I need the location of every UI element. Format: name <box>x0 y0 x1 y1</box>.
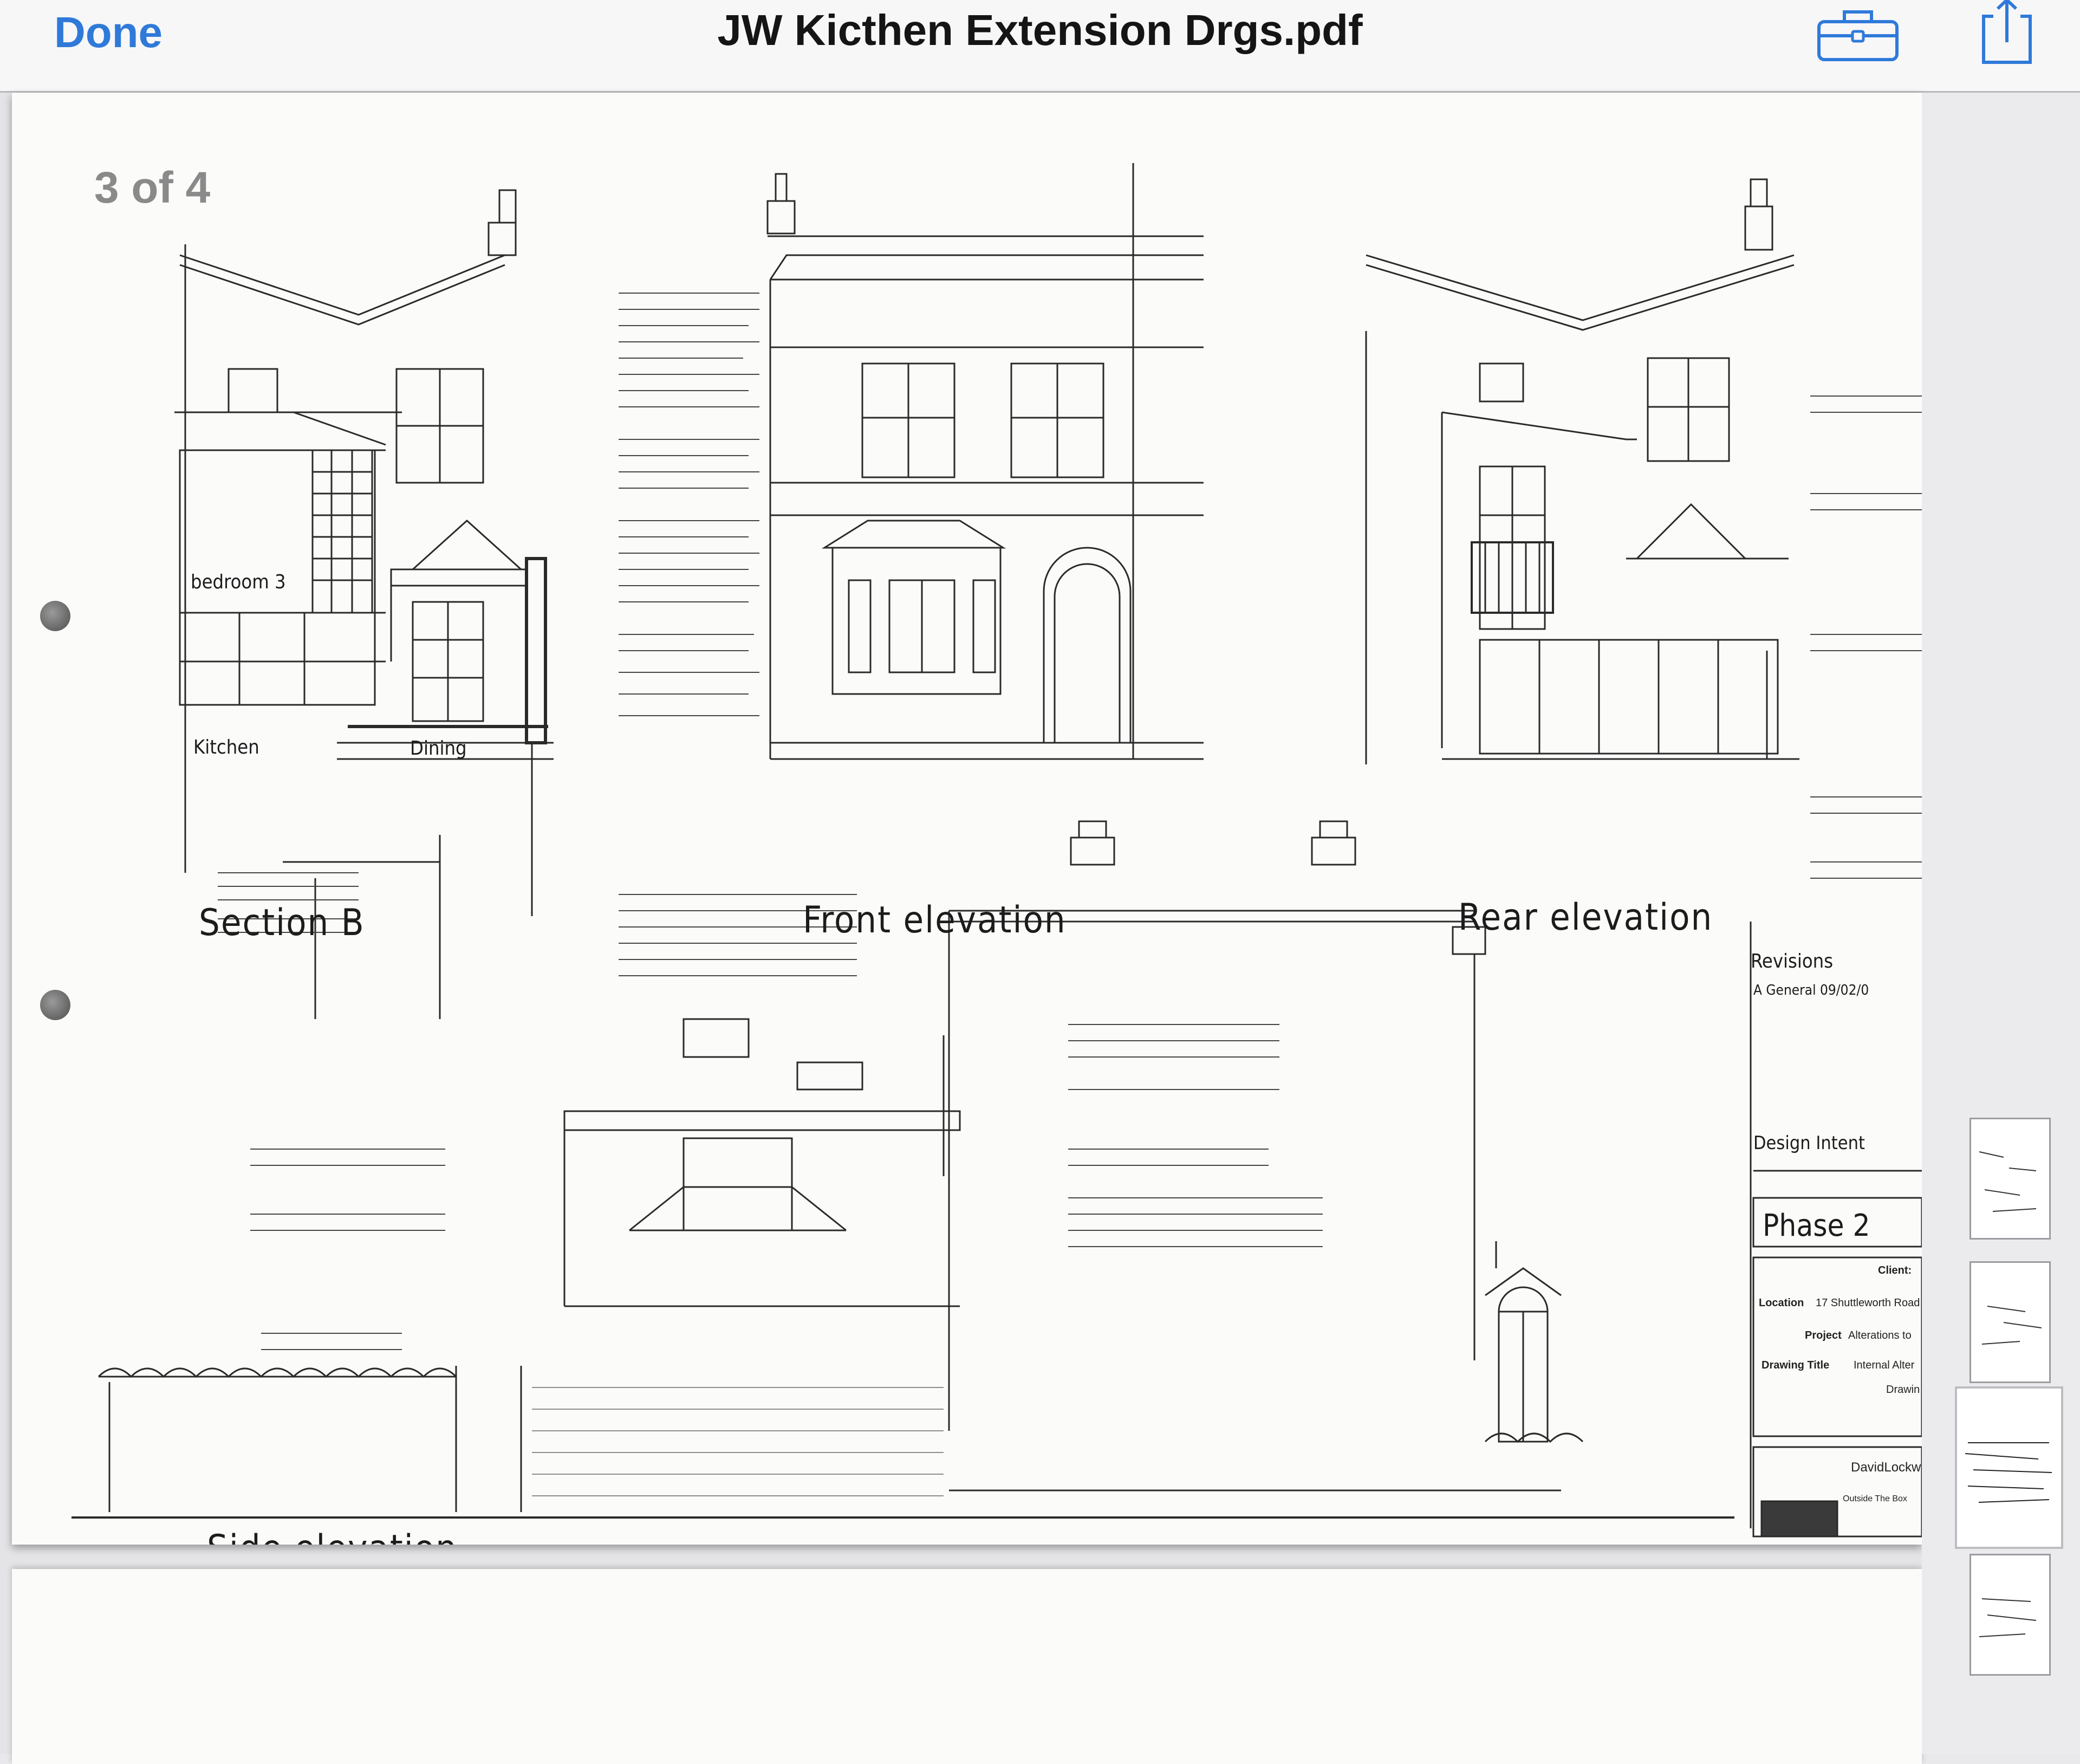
pdf-page-3[interactable]: Section B Front elevation Rear elevation… <box>12 93 1922 1545</box>
share-button[interactable] <box>1977 0 2037 68</box>
location-label: Location <box>1759 1297 1804 1309</box>
side-elevation-label: Side elevation <box>207 1527 458 1545</box>
drawing-title-label: Drawing Title <box>1761 1359 1829 1371</box>
rear-elevation-label: Rear elevation <box>1458 896 1713 939</box>
drawing-title-value: Internal Alter <box>1854 1359 1915 1371</box>
thumbnail-page-3[interactable] <box>1955 1386 2063 1549</box>
front-elevation-label: Front elevation <box>803 899 1067 942</box>
location-value: 17 Shuttleworth Road <box>1816 1297 1920 1309</box>
share-icon <box>1982 0 2032 64</box>
dining-label: Dining <box>410 737 467 760</box>
kitchen-label: Kitchen <box>193 736 259 758</box>
thumbnail-preview <box>1965 1442 2052 1503</box>
markup-toolbox-button[interactable] <box>1815 0 1901 65</box>
navigation-bar: Done JW Kicthen Extension Drgs.pdf <box>0 0 2080 93</box>
annotation-notes <box>218 293 1922 1350</box>
thumbnail-preview <box>1981 1306 2042 1345</box>
thumbnail-page-1[interactable] <box>1969 1118 2051 1240</box>
phase-label: Phase 2 <box>1763 1208 1870 1243</box>
rear-elevation-drawing <box>1365 178 1799 764</box>
architectural-drawing: Section B Front elevation Rear elevation… <box>72 163 1922 1545</box>
firm-name: DavidLockw <box>1851 1460 1921 1475</box>
client-label: Client: <box>1878 1264 1912 1276</box>
revision-a-label: A General 09/02/0 <box>1753 982 1869 998</box>
section-b-drawing <box>174 189 554 1019</box>
thumbnail-preview <box>1979 1598 2037 1637</box>
revisions-label: Revisions <box>1751 950 1833 972</box>
front-elevation-drawing <box>766 163 1204 760</box>
document-title: JW Kicthen Extension Drgs.pdf <box>717 6 1363 54</box>
thumbnail-preview <box>1979 1151 2037 1212</box>
page-indicator: 3 of 4 <box>94 163 211 212</box>
drawing-label: Drawin <box>1886 1384 1920 1396</box>
document-viewer[interactable]: Section B Front elevation Rear elevation… <box>0 93 1922 1764</box>
thumbnail-page-4[interactable] <box>1969 1554 2051 1676</box>
project-value: Alterations to <box>1848 1330 1912 1341</box>
pdf-page-4[interactable] <box>12 1569 1922 1764</box>
toolbox-icon <box>1817 10 1899 61</box>
firm-subtitle: Outside The Box <box>1843 1494 1907 1503</box>
design-intent-label: Design Intent <box>1753 1132 1865 1154</box>
thumbnail-page-2[interactable] <box>1969 1261 2051 1383</box>
bedroom-label: bedroom 3 <box>191 571 286 593</box>
ground-hatching <box>532 1387 944 1496</box>
project-label: Project <box>1805 1330 1842 1341</box>
section-b-label: Section B <box>199 902 365 944</box>
thumbnail-sidebar[interactable] <box>1922 93 2080 1754</box>
